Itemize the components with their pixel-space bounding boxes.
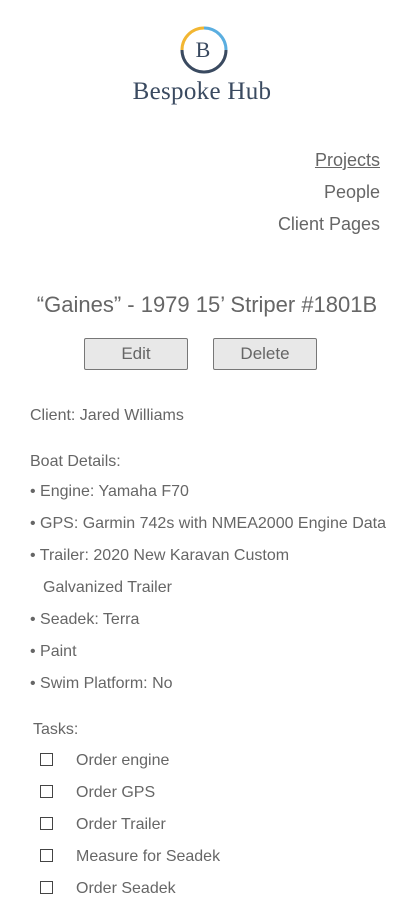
brand-logo[interactable]: B Bespoke Hub [0, 20, 414, 115]
detail-seadek: • Seadek: Terra [30, 611, 140, 628]
task-label: Order GPS [76, 784, 156, 801]
logo-ring-icon: B [180, 26, 228, 74]
boat-details-list: • Engine: Yamaha F70 • GPS: Garmin 742s … [30, 480, 386, 704]
task-label: Measure for Seadek [76, 848, 221, 865]
task-checkbox[interactable] [40, 849, 53, 862]
task-checkbox[interactable] [40, 817, 53, 830]
nav-people[interactable]: People [278, 176, 380, 208]
logo-initial: B [196, 37, 211, 62]
task-label: Order Trailer [76, 816, 166, 833]
task-checkbox[interactable] [40, 753, 53, 766]
task-label: Order engine [76, 752, 170, 769]
brand-name: Bespoke Hub [132, 78, 272, 105]
delete-button[interactable]: Delete [213, 338, 317, 370]
main-nav: Projects People Client Pages [278, 144, 380, 240]
nav-client-pages[interactable]: Client Pages [278, 208, 380, 240]
task-checkbox[interactable] [40, 785, 53, 798]
detail-gps: • GPS: Garmin 742s with NMEA2000 Engine … [30, 515, 386, 532]
tasks-heading: Tasks: [33, 721, 79, 738]
edit-button[interactable]: Edit [84, 338, 188, 370]
detail-paint: • Paint [30, 643, 77, 660]
task-checkbox[interactable] [40, 881, 53, 894]
detail-trailer: • Trailer: 2020 New Karavan Custom [30, 547, 290, 564]
detail-engine: • Engine: Yamaha F70 [30, 483, 189, 500]
boat-details-heading: Boat Details: [30, 453, 121, 470]
nav-projects[interactable]: Projects [278, 144, 380, 176]
detail-swim-platform: • Swim Platform: No [30, 675, 173, 692]
detail-trailer-cont: Galvanized Trailer [43, 579, 172, 596]
project-title: “Gaines” - 1979 15’ Striper #1801B [36, 292, 378, 317]
task-label: Order Seadek [76, 880, 176, 897]
client-name: Client: Jared Williams [30, 407, 184, 424]
